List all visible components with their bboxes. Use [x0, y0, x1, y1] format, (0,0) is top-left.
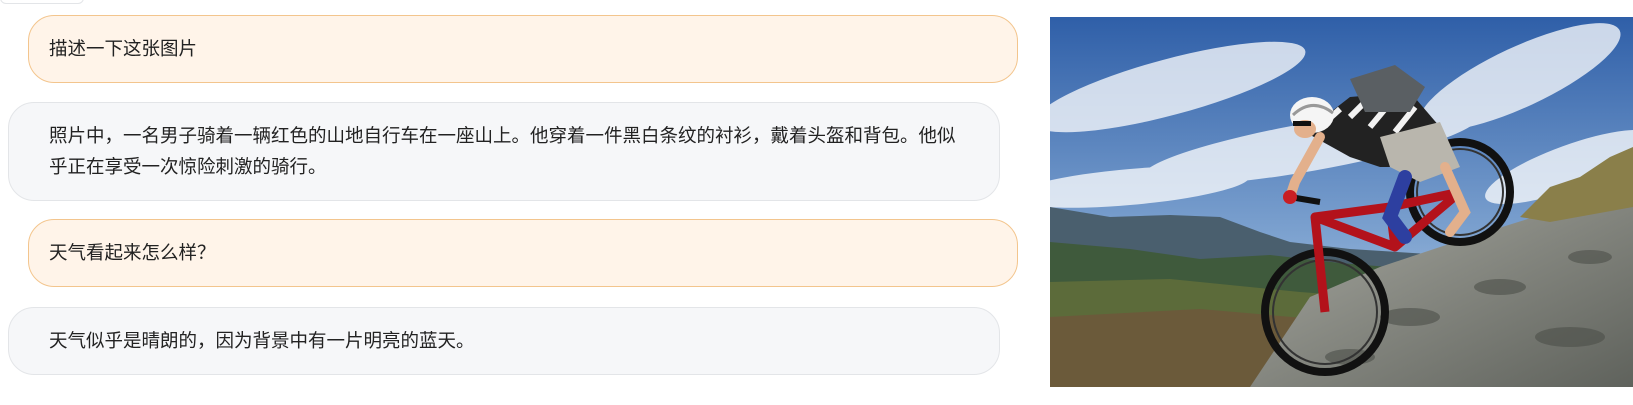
- assistant-message: 照片中，一名男子骑着一辆红色的山地自行车在一座山上。他穿着一件黑白条纹的衬衫，戴…: [8, 102, 1000, 201]
- user-message-text: 天气看起来怎么样？: [49, 242, 216, 264]
- chat-page: 描述一下这张图片 照片中，一名男子骑着一辆红色的山地自行车在一座山上。他穿着一件…: [0, 0, 1633, 405]
- assistant-message-text: 天气似乎是晴朗的，因为背景中有一片明亮的蓝天。: [49, 330, 475, 352]
- top-tab[interactable]: [0, 0, 84, 4]
- user-message: 描述一下这张图片: [28, 15, 1018, 83]
- assistant-message: 天气似乎是晴朗的，因为背景中有一片明亮的蓝天。: [8, 307, 1000, 375]
- mountain-biker-photo: [1050, 17, 1633, 387]
- photo-illustration: [1050, 17, 1633, 387]
- assistant-message-text: 照片中，一名男子骑着一辆红色的山地自行车在一座山上。他穿着一件黑白条纹的衬衫，戴…: [49, 125, 956, 178]
- user-message: 天气看起来怎么样？: [28, 219, 1018, 287]
- user-message-text: 描述一下这张图片: [49, 38, 198, 60]
